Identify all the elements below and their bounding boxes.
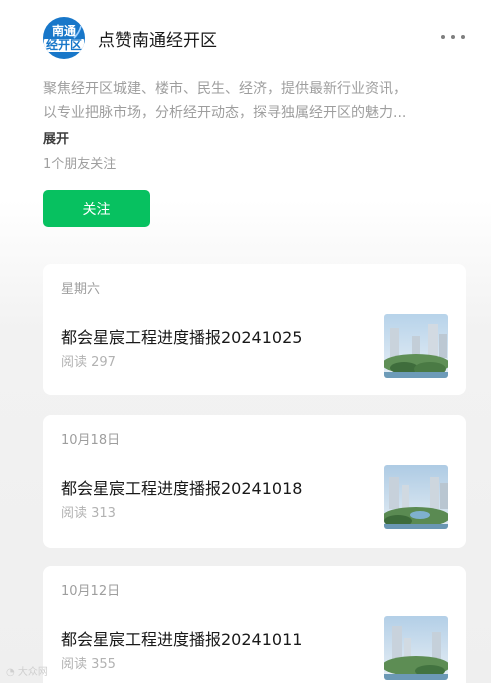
friends-following-count: 1个朋友关注 [43,157,117,172]
article-title[interactable]: 都会星宸工程进度播报20241018 [61,475,302,499]
building-render-image [384,616,448,680]
watermark-text: 大众网 [17,667,48,678]
article-read-count: 阅读 297 [61,355,116,370]
article-title[interactable]: 都会星宸工程进度播报20241025 [61,324,302,348]
article-date: 星期六 [61,282,101,297]
article-card[interactable]: 星期六 都会星宸工程进度播报20241025 阅读 297 [43,264,466,395]
article-card[interactable]: 10月12日 都会星宸工程进度播报20241011 阅读 355 [43,566,466,683]
account-description: 聚焦经开区城建、楼市、民生、经济，提供最新行业资讯， 以专业把脉市场，分析经开动… [43,77,463,125]
more-options-button[interactable] [441,29,465,45]
more-dot-icon [441,35,445,39]
article-thumbnail[interactable] [384,314,448,378]
more-dot-icon [461,35,465,39]
watermark-icon: ◔ [6,667,15,678]
account-logo[interactable]: 南通 经开区 [43,17,85,59]
article-date: 10月12日 [61,584,121,599]
building-render-image [384,314,448,378]
article-thumbnail[interactable] [384,465,448,529]
logo-swoosh-icon [73,25,82,39]
account-header: 南通 经开区 点赞南通经开区 [43,17,465,59]
description-line: 聚焦经开区城建、楼市、民生、经济，提供最新行业资讯， [43,81,407,97]
article-title[interactable]: 都会星宸工程进度播报20241011 [61,626,302,650]
more-dot-icon [451,35,455,39]
article-date: 10月18日 [61,433,121,448]
article-card[interactable]: 10月18日 都会星宸工程进度播报20241018 阅读 313 [43,415,466,548]
description-line: 以专业把脉市场，分析经开动态，探寻独属经开区的魅力... [43,105,407,121]
article-read-count: 阅读 313 [61,506,116,521]
article-read-count: 阅读 355 [61,657,116,672]
watermark-logo: ◔ 大众网 [6,663,48,678]
logo-text-line2: 经开区 [43,37,84,52]
follow-button[interactable]: 关注 [43,190,150,227]
building-render-image [384,465,448,529]
article-thumbnail[interactable] [384,616,448,680]
expand-link[interactable]: 展开 [43,128,69,147]
account-name: 点赞南通经开区 [98,30,217,51]
